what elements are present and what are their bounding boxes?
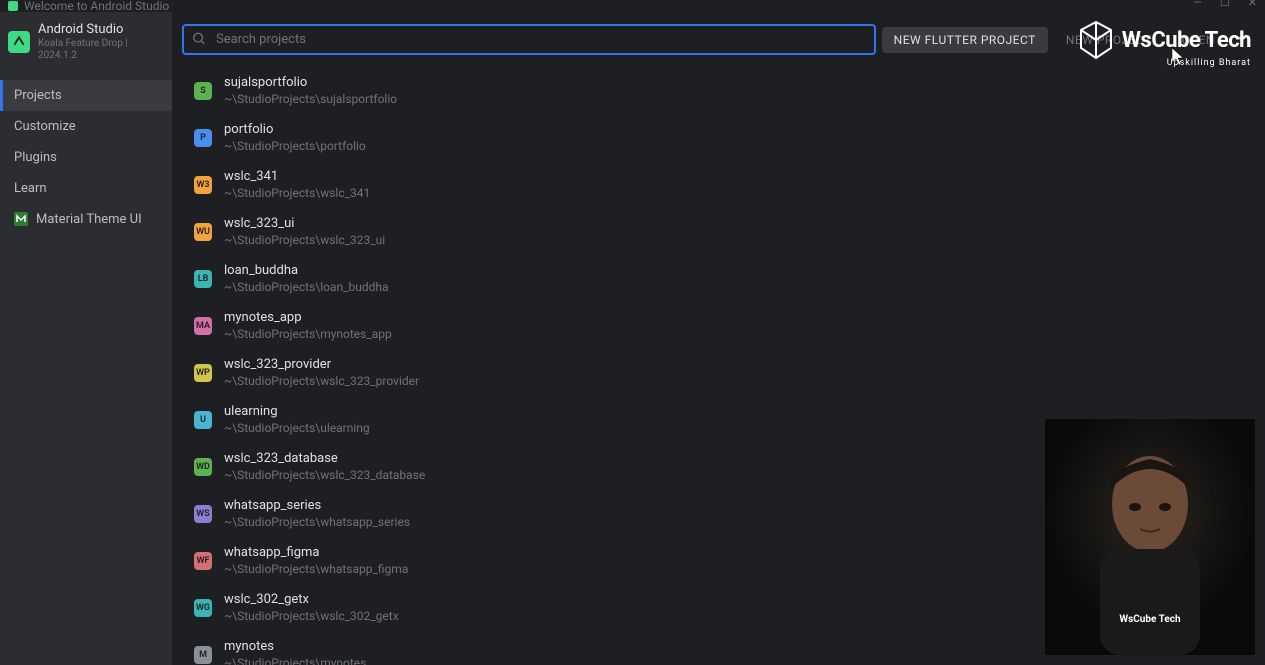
project-badge: MA [194,317,212,335]
project-info: ulearning ~\StudioProjects\ulearning [224,404,370,435]
project-item[interactable]: WP wslc_323_provider ~\StudioProjects\ws… [182,349,1255,396]
project-path: ~\StudioProjects\mynotes [224,656,366,665]
project-badge: WG [194,599,212,617]
project-badge: LB [194,270,212,288]
app-name: Android Studio [38,22,160,38]
project-name: loan_buddha [224,263,389,278]
project-path: ~\StudioProjects\mynotes_app [224,327,392,341]
project-item[interactable]: WU wslc_323_ui ~\StudioProjects\wslc_323… [182,208,1255,255]
project-name: mynotes [224,639,366,654]
more-menu-icon[interactable] [1233,26,1255,53]
sidebar-item-projects[interactable]: Projects [0,80,172,111]
search-input[interactable] [182,24,876,55]
app-version: Koala Feature Drop | 2024.1.2 [38,38,160,62]
project-badge: WP [194,364,212,382]
project-info: wslc_323_database ~\StudioProjects\wslc_… [224,451,425,482]
project-item[interactable]: W3 wslc_341 ~\StudioProjects\wslc_341 [182,161,1255,208]
project-info: wslc_302_getx ~\StudioProjects\wslc_302_… [224,592,399,623]
project-badge: S [194,82,212,100]
project-name: wslc_341 [224,169,370,184]
project-badge: WS [194,505,212,523]
content-area: NEW FLUTTER PROJECT NEW PROJECT OPEN S s… [172,12,1265,665]
project-path: ~\StudioProjects\wslc_323_ui [224,233,385,247]
webcam-overlay: WsCube Tech [1045,419,1255,655]
sidebar: Android Studio Koala Feature Drop | 2024… [0,12,172,665]
project-badge: WU [194,223,212,241]
sidebar-item-label: Customize [14,119,76,134]
project-info: wslc_323_ui ~\StudioProjects\wslc_323_ui [224,216,385,247]
project-info: portfolio ~\StudioProjects\portfolio [224,122,366,153]
minimize-icon[interactable]: — [1193,0,1202,9]
project-badge: WF [194,552,212,570]
project-item[interactable]: S sujalsportfolio ~\StudioProjects\sujal… [182,67,1255,114]
sidebar-item-learn[interactable]: Learn [0,173,172,204]
top-bar: NEW FLUTTER PROJECT NEW PROJECT OPEN [172,12,1265,67]
maximize-icon[interactable]: ☐ [1220,0,1230,9]
sidebar-item-label: Material Theme UI [36,212,142,227]
project-path: ~\StudioProjects\ulearning [224,421,370,435]
webcam-shirt-text: WsCube Tech [1119,614,1180,625]
sidebar-header: Android Studio Koala Feature Drop | 2024… [0,12,172,80]
project-path: ~\StudioProjects\wslc_323_database [224,468,425,482]
project-info: sujalsportfolio ~\StudioProjects\sujalsp… [224,75,397,106]
project-path: ~\StudioProjects\portfolio [224,139,366,153]
open-button[interactable]: OPEN [1170,27,1227,53]
android-studio-logo [8,31,30,53]
sidebar-item-label: Learn [14,181,47,196]
project-badge: P [194,129,212,147]
project-info: mynotes ~\StudioProjects\mynotes [224,639,366,665]
project-name: sujalsportfolio [224,75,397,90]
project-name: wslc_323_provider [224,357,419,372]
close-icon[interactable]: ✕ [1248,0,1257,9]
project-path: ~\StudioProjects\sujalsportfolio [224,92,397,106]
project-badge: W3 [194,176,212,194]
search-icon [192,30,206,49]
project-path: ~\StudioProjects\whatsapp_figma [224,562,408,576]
sidebar-item-label: Plugins [14,150,57,165]
project-item[interactable]: MA mynotes_app ~\StudioProjects\mynotes_… [182,302,1255,349]
new-flutter-project-button[interactable]: NEW FLUTTER PROJECT [882,27,1048,53]
project-name: ulearning [224,404,370,419]
project-info: whatsapp_figma ~\StudioProjects\whatsapp… [224,545,408,576]
project-name: wslc_323_database [224,451,425,466]
project-path: ~\StudioProjects\wslc_302_getx [224,609,399,623]
project-info: whatsapp_series ~\StudioProjects\whatsap… [224,498,410,529]
project-path: ~\StudioProjects\wslc_323_provider [224,374,419,388]
project-info: wslc_341 ~\StudioProjects\wslc_341 [224,169,370,200]
project-badge: M [194,646,212,664]
project-name: mynotes_app [224,310,392,325]
sidebar-nav: Projects Customize Plugins Learn Materia… [0,80,172,235]
project-info: mynotes_app ~\StudioProjects\mynotes_app [224,310,392,341]
titlebar: Welcome to Android Studio — ☐ ✕ [0,0,1265,12]
webcam-feed: WsCube Tech [1045,419,1255,655]
project-info: wslc_323_provider ~\StudioProjects\wslc_… [224,357,419,388]
project-badge: U [194,411,212,429]
sidebar-item-plugins[interactable]: Plugins [0,142,172,173]
project-item[interactable]: LB loan_buddha ~\StudioProjects\loan_bud… [182,255,1255,302]
project-path: ~\StudioProjects\whatsapp_series [224,515,410,529]
project-name: whatsapp_figma [224,545,408,560]
project-badge: WD [194,458,212,476]
sidebar-item-material-theme[interactable]: Material Theme UI [0,204,172,235]
project-name: wslc_323_ui [224,216,385,231]
new-project-button[interactable]: NEW PROJECT [1054,27,1164,53]
window-controls[interactable]: — ☐ ✕ [1193,0,1257,9]
project-info: loan_buddha ~\StudioProjects\loan_buddha [224,263,389,294]
sidebar-item-label: Projects [14,88,62,103]
android-icon [8,1,18,11]
search-container [182,24,876,55]
project-name: wslc_302_getx [224,592,399,607]
project-name: portfolio [224,122,366,137]
project-path: ~\StudioProjects\loan_buddha [224,280,389,294]
project-path: ~\StudioProjects\wslc_341 [224,186,370,200]
material-theme-icon [14,212,28,226]
project-name: whatsapp_series [224,498,410,513]
project-item[interactable]: P portfolio ~\StudioProjects\portfolio [182,114,1255,161]
sidebar-item-customize[interactable]: Customize [0,111,172,142]
